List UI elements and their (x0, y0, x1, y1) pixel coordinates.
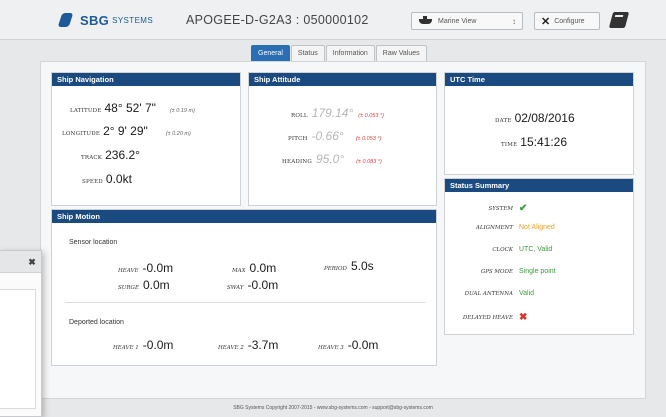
clock-value: UTC, Valid (519, 246, 553, 253)
status-row-dual-antenna: DUAL ANTENNA Valid (445, 290, 633, 297)
track-label: TRACK (81, 155, 103, 161)
status-row-gps-mode: GPS MODE Single point (445, 268, 633, 275)
clock-label: CLOCK (492, 246, 513, 253)
status-summary-title: Status Summary (445, 179, 633, 192)
latitude-value: 48° 52' 7" (104, 101, 156, 115)
ship-navigation-panel: Ship Navigation LATITUDE 48° 52' 7" (± 0… (51, 72, 241, 206)
pitch-accuracy: (± 0.053 °) (355, 136, 382, 142)
roll-value: 179.14° (311, 106, 354, 120)
heave2-label: HEAVE 2 (218, 345, 244, 351)
heave3-value: -0.0m (347, 338, 379, 352)
top-bar: SBG SYSTEMS APOGEE-D-G2A3 : 050000102 Ma… (0, 0, 666, 40)
tab-status[interactable]: Status (290, 45, 325, 61)
longitude-value: 2° 9' 29" (103, 124, 148, 138)
manual-book-icon[interactable] (608, 12, 630, 28)
track-value: 236.2° (105, 148, 140, 162)
time-value: 15:41:26 (520, 135, 568, 149)
alignment-label: ALIGNMENT (475, 224, 513, 231)
tools-icon: ✕ (541, 15, 551, 28)
dialog-body (0, 289, 36, 409)
section-divider (65, 302, 425, 303)
device-title: APOGEE-D-G2A3 : 050000102 (186, 13, 369, 27)
dual-antenna-label: DUAL ANTENNA (464, 290, 513, 297)
view-select[interactable]: Marine View ↕ (411, 12, 523, 30)
heading-accuracy: (± 0.083 °) (356, 159, 382, 165)
configure-button[interactable]: ✕ Configure (534, 12, 600, 30)
pitch-label: PITCH (288, 136, 308, 142)
floating-dialog: ✖ (0, 250, 42, 417)
gps-mode-value: Single point (519, 268, 556, 275)
ship-navigation-title: Ship Navigation (52, 73, 240, 86)
sensor-location-title: Sensor location (69, 239, 118, 246)
sbg-logo: SBG SYSTEMS (58, 11, 153, 29)
max-label: MAX (232, 268, 246, 274)
date-label: DATE (495, 118, 512, 124)
pitch-value: -0.66° (311, 129, 344, 143)
configure-label: Configure (554, 17, 585, 25)
system-label: SYSTEM (488, 205, 513, 212)
delayed-heave-label: DELAYED HEAVE (462, 314, 513, 321)
deported-location-title: Deported location (69, 319, 124, 326)
period-value: 5.0s (350, 259, 374, 273)
roll-accuracy: (± 0.053 °) (358, 113, 384, 119)
close-icon[interactable]: ✖ (27, 257, 37, 267)
status-row-system: SYSTEM ✔ (445, 203, 633, 214)
ship-motion-title: Ship Motion (52, 210, 436, 223)
ship-motion-panel: Ship Motion Sensor location HEAVE -0.0m … (51, 209, 437, 366)
heading-value: 95.0° (315, 152, 345, 166)
roll-label: ROLL (291, 113, 308, 119)
surge-label: SURGE (118, 285, 139, 291)
utc-time-title: UTC Time (445, 73, 633, 86)
ship-attitude-title: Ship Attitude (249, 73, 436, 86)
max-value: 0.0m (249, 261, 277, 275)
status-row-delayed-heave: DELAYED HEAVE ✖ (445, 312, 633, 323)
cross-icon: ✖ (519, 312, 528, 323)
ship-attitude-panel: Ship Attitude ROLL 179.14° (± 0.053 °) P… (248, 72, 437, 206)
alignment-value: Not Aligned (519, 224, 555, 231)
sway-label: SWAY (227, 285, 244, 291)
logo-text: SBG (80, 12, 110, 28)
ship-icon (419, 15, 432, 24)
longitude-label: LONGITUDE (62, 131, 101, 137)
surge-value: 0.0m (142, 278, 170, 292)
time-label: TIME (501, 142, 518, 148)
logo-subtext: SYSTEMS (112, 15, 154, 25)
tab-information[interactable]: Information (325, 45, 375, 61)
check-icon: ✔ (519, 203, 528, 214)
latitude-accuracy: (± 0.19 m) (169, 108, 195, 114)
sbg-logo-icon (58, 11, 74, 29)
longitude-accuracy: (± 0.20 m) (165, 131, 191, 137)
heave-value: -0.0m (142, 261, 174, 275)
tab-bar: General Status Information Raw Values (251, 45, 428, 61)
latitude-label: LATITUDE (70, 108, 102, 114)
status-row-alignment: ALIGNMENT Not Aligned (445, 224, 633, 231)
utc-time-panel: UTC Time DATE 02/08/2016 TIME 15:41:26 (444, 72, 634, 175)
main-content: Ship Navigation LATITUDE 48° 52' 7" (± 0… (40, 61, 646, 399)
heading-label: HEADING (282, 159, 312, 165)
sway-value: -0.0m (247, 278, 279, 292)
select-arrows-icon: ↕ (512, 17, 516, 26)
status-summary-panel: Status Summary SYSTEM ✔ ALIGNMENT Not Al… (444, 178, 634, 335)
tab-general[interactable]: General (251, 45, 290, 61)
status-row-clock: CLOCK UTC, Valid (445, 246, 633, 253)
speed-label: SPEED (82, 179, 103, 185)
heave-label: HEAVE (118, 268, 139, 274)
view-select-value: Marine View (438, 17, 477, 25)
heave2-value: -3.7m (247, 338, 279, 352)
speed-value: 0.0kt (105, 172, 132, 186)
footer-copyright: SBG Systems Copyright 2007-2015 - www.sb… (233, 405, 433, 411)
heave1-value: -0.0m (142, 338, 174, 352)
date-value: 02/08/2016 (514, 111, 575, 125)
heave1-label: HEAVE 1 (113, 345, 139, 351)
heave3-label: HEAVE 3 (318, 345, 344, 351)
tab-raw-values[interactable]: Raw Values (375, 45, 427, 61)
gps-mode-label: GPS MODE (480, 268, 513, 275)
period-label: PERIOD (324, 266, 347, 272)
dual-antenna-value: Valid (519, 290, 535, 297)
